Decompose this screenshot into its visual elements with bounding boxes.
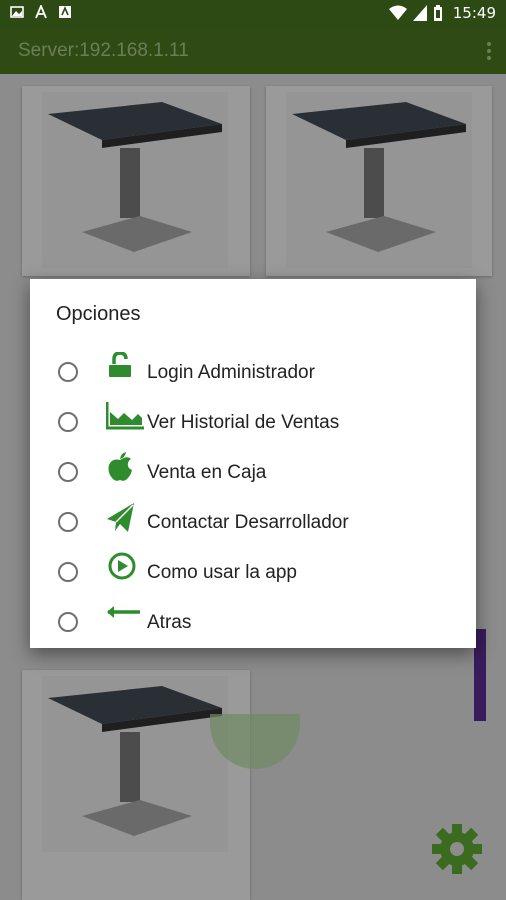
- table-image: [286, 92, 472, 268]
- apple-icon: [108, 452, 132, 481]
- font-icon: [35, 5, 47, 19]
- product-card[interactable]: [22, 670, 250, 900]
- status-bar: 15:49: [0, 0, 506, 28]
- status-left: [10, 5, 72, 19]
- options-dialog: Opciones Login Administrador Ver Histori…: [30, 279, 476, 648]
- option-label: Login Administrador: [147, 362, 315, 383]
- option-login-administrador[interactable]: Login Administrador: [30, 352, 476, 400]
- signal-icon: [412, 5, 427, 21]
- option-label: Venta en Caja: [147, 462, 267, 483]
- app-icon: [59, 5, 71, 18]
- product-card[interactable]: [22, 86, 250, 276]
- table-image: [42, 676, 228, 852]
- more-vertical-icon[interactable]: [486, 42, 492, 62]
- dialog-title: Opciones: [56, 303, 141, 325]
- wifi-icon: [388, 5, 407, 20]
- gear-icon[interactable]: [430, 822, 484, 876]
- arrow-left-icon: [107, 606, 140, 618]
- option-ver-historial[interactable]: Ver Historial de Ventas: [30, 402, 476, 450]
- option-venta-en-caja[interactable]: Venta en Caja: [30, 452, 476, 500]
- clock: 15:49: [452, 4, 496, 22]
- app-title: Server:192.168.1.11: [18, 40, 189, 61]
- table-image: [42, 92, 228, 268]
- image-icon: [10, 6, 24, 18]
- option-contactar-desarrollador[interactable]: Contactar Desarrollador: [30, 502, 476, 550]
- option-label: Atras: [147, 612, 192, 633]
- radio-button[interactable]: [58, 462, 78, 482]
- app-bar: Server:192.168.1.11: [0, 28, 506, 74]
- radio-button[interactable]: [58, 562, 78, 582]
- option-label: Contactar Desarrollador: [147, 512, 349, 533]
- area-chart-icon: [106, 402, 144, 430]
- radio-button[interactable]: [58, 412, 78, 432]
- status-right: 15:49: [388, 4, 496, 22]
- radio-button[interactable]: [58, 512, 78, 532]
- option-label: Ver Historial de Ventas: [147, 412, 340, 433]
- send-icon: [107, 503, 134, 532]
- unlock-icon: [109, 352, 131, 377]
- option-atras[interactable]: Atras: [30, 602, 476, 650]
- radio-button[interactable]: [58, 612, 78, 632]
- play-circle-icon: [108, 552, 136, 580]
- battery-icon: [433, 5, 442, 21]
- option-label: Como usar la app: [147, 562, 297, 583]
- product-card[interactable]: [266, 86, 492, 276]
- option-como-usar[interactable]: Como usar la app: [30, 552, 476, 600]
- radio-button[interactable]: [58, 362, 78, 382]
